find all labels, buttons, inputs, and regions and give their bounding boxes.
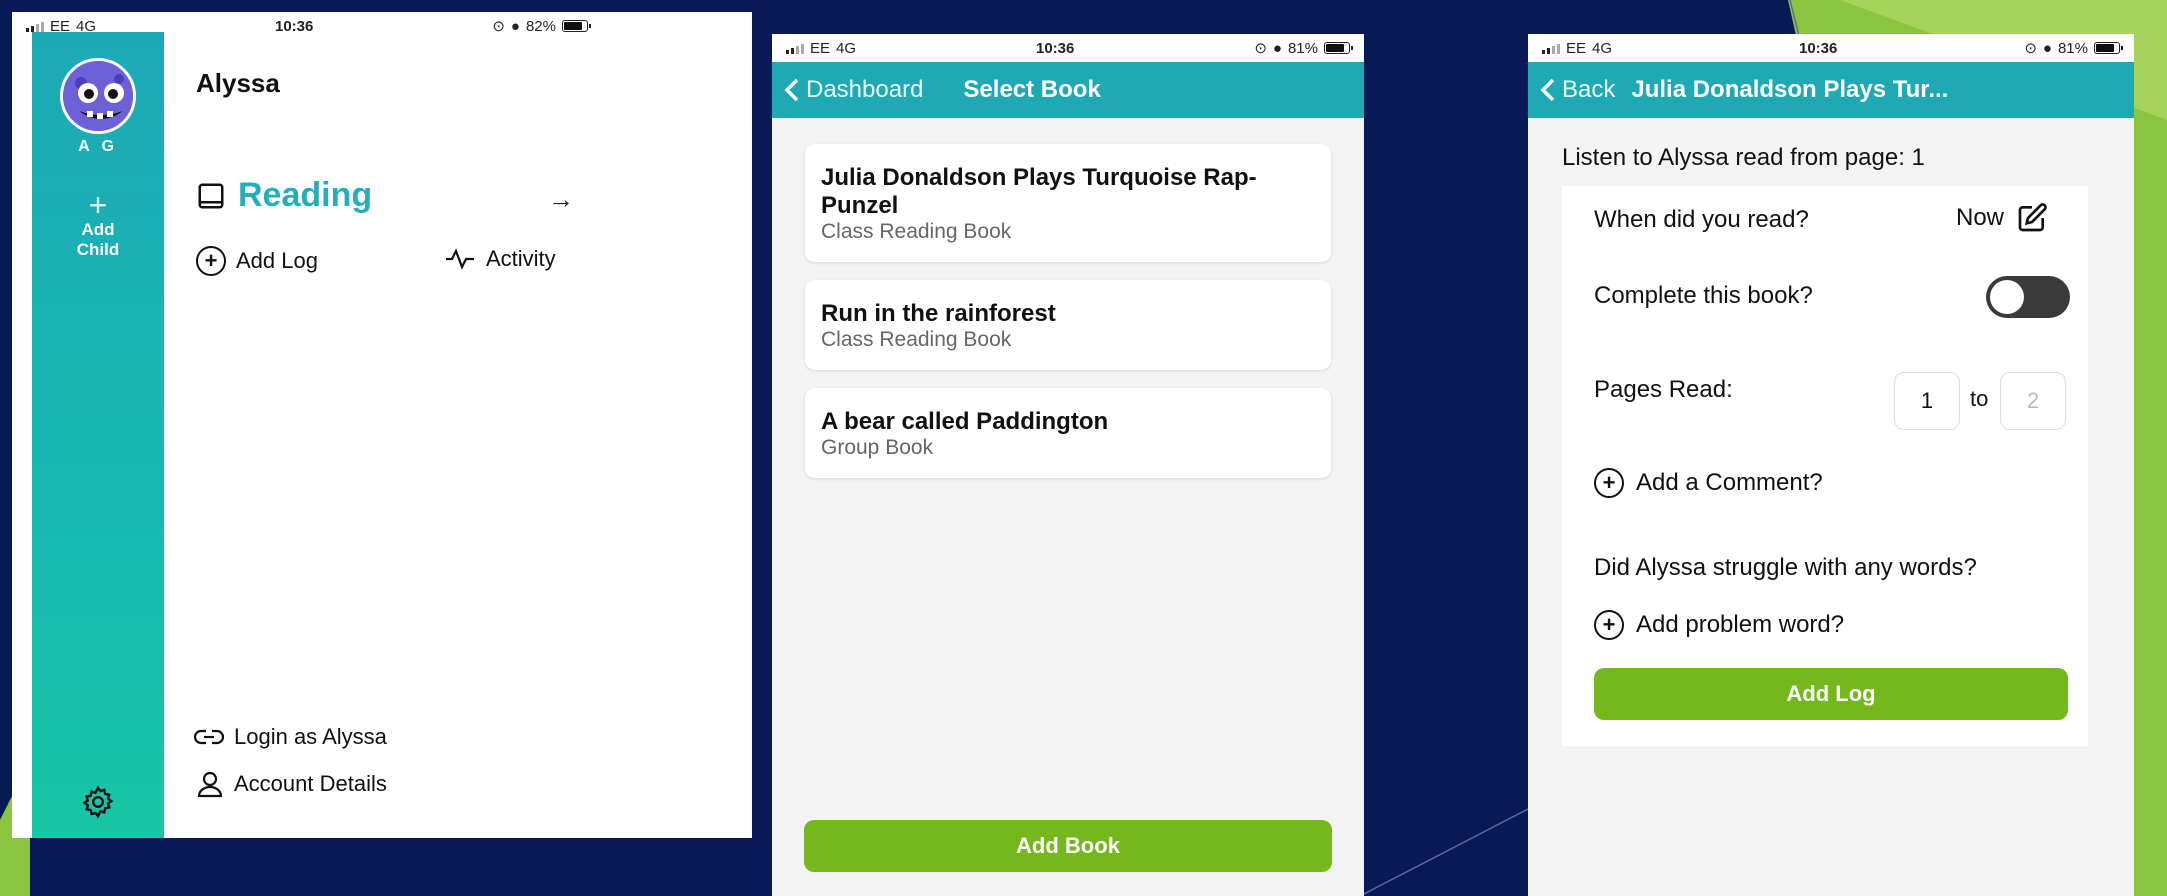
- book-card[interactable]: Julia Donaldson Plays Turquoise Rap-Punz…: [805, 144, 1331, 262]
- complete-label: Complete this book?: [1594, 282, 1813, 309]
- carrier: EE: [810, 39, 831, 57]
- signal-icon: [1542, 43, 1560, 54]
- clock: 10:36: [1035, 39, 1075, 57]
- orientation-lock-icon: ⊙: [2024, 40, 2037, 57]
- back-label: Back: [1562, 76, 1616, 103]
- book-title: Run in the rainforest: [821, 300, 1056, 327]
- book-title: A bear called Paddington: [821, 408, 1109, 435]
- settings-button[interactable]: [80, 784, 116, 820]
- battery-fill: [563, 22, 583, 30]
- monster-avatar-icon: [63, 61, 133, 131]
- complete-book-toggle[interactable]: [1986, 276, 2070, 318]
- orientation-lock-icon: ⊙: [1254, 40, 1267, 57]
- alarm-icon: ●: [2042, 39, 2052, 57]
- signal-icon: [26, 21, 44, 32]
- battery-icon: [1323, 42, 1353, 54]
- orientation-lock-icon: ⊙: [492, 18, 505, 35]
- clock: 10:36: [274, 17, 314, 35]
- book-icon: [198, 183, 224, 208]
- book-type: Class Reading Book: [821, 328, 1012, 351]
- child-initials: A G: [78, 138, 118, 155]
- battery-icon: [561, 20, 591, 32]
- add-comment-label: Add a Comment?: [1636, 469, 1823, 496]
- child-sidebar: A G + Add Child: [32, 32, 164, 838]
- nav-bar: Dashboard Select Book: [772, 62, 1364, 118]
- status-bar: EE 4G 10:36 ⊙ ● 81%: [772, 34, 1364, 62]
- alarm-icon: ●: [510, 17, 520, 35]
- book-card[interactable]: A bear called Paddington Group Book: [805, 388, 1331, 478]
- clock: 10:36: [1798, 39, 1838, 57]
- login-as-label: Login as Alyssa: [234, 724, 387, 749]
- nav-bar: Back Julia Donaldson Plays Tur...: [1528, 62, 2134, 118]
- add-log-label: Add Log: [236, 248, 318, 273]
- battery-icon: [2093, 42, 2123, 54]
- pages-to-label: to: [1970, 386, 1989, 411]
- book-card[interactable]: Run in the rainforest Class Reading Book: [805, 280, 1331, 370]
- back-label: Dashboard: [806, 76, 924, 103]
- child-name-heading: Alyssa: [196, 68, 280, 98]
- arrow-right-icon[interactable]: →: [548, 184, 574, 215]
- book-title: Julia Donaldson Plays Turquoise Rap-Punz…: [821, 164, 1257, 219]
- page-title: Select Book: [963, 76, 1101, 103]
- add-problem-label: Add problem word?: [1636, 611, 1845, 638]
- network: 4G: [1592, 39, 1613, 57]
- plus-icon: +: [88, 187, 108, 223]
- add-child-button[interactable]: + Add Child: [32, 187, 164, 260]
- when-label: When did you read?: [1594, 206, 1809, 233]
- add-log-link[interactable]: + Add Log: [196, 246, 318, 276]
- account-details-label: Account Details: [234, 771, 387, 796]
- alarm-icon: ●: [1272, 39, 1282, 57]
- struggle-question: Did Alyssa struggle with any words?: [1594, 554, 1977, 581]
- user-icon: [197, 771, 223, 798]
- account-details-link[interactable]: Account Details: [196, 770, 387, 798]
- back-button[interactable]: Dashboard: [772, 76, 923, 104]
- battery-percent: 81%: [2057, 39, 2088, 57]
- pages-to-input[interactable]: 2: [2000, 372, 2066, 430]
- reading-label: Reading: [238, 176, 373, 214]
- listen-text: Listen to Alyssa read from page: 1: [1562, 144, 1925, 171]
- when-value: Now: [1956, 204, 2005, 231]
- chevron-left-icon: [1540, 78, 1555, 102]
- network: 4G: [836, 39, 857, 57]
- link-icon: [194, 729, 224, 745]
- add-child-label: Add Child: [76, 220, 120, 259]
- page-title: Julia Donaldson Plays Tur...: [1631, 76, 1949, 103]
- battery-fill: [1325, 44, 1344, 52]
- add-problem-word-link[interactable]: + Add problem word?: [1594, 610, 1844, 640]
- add-log-screen: EE 4G 10:36 ⊙ ● 81% Back Julia Donaldson…: [1528, 34, 2134, 896]
- add-circle-icon: +: [196, 246, 226, 276]
- signal-icon: [786, 43, 804, 54]
- select-book-screen: EE 4G 10:36 ⊙ ● 81% Dashboard Select Boo…: [772, 34, 1364, 896]
- activity-label: Activity: [486, 246, 556, 271]
- status-bar: EE 4G 10:36 ⊙ ● 81%: [1528, 34, 2134, 62]
- pages-read-label: Pages Read:: [1594, 376, 1733, 403]
- toggle-knob: [1990, 280, 2024, 314]
- activity-link[interactable]: Activity: [444, 246, 556, 272]
- battery-fill: [2095, 44, 2114, 52]
- log-form: When did you read? Now Complete this boo…: [1562, 186, 2088, 746]
- back-button[interactable]: Back: [1528, 76, 1615, 104]
- add-circle-icon: +: [1594, 468, 1624, 498]
- battery-percent: 82%: [525, 17, 556, 35]
- pages-from-input[interactable]: 1: [1894, 372, 1960, 430]
- activity-pulse-icon: [446, 248, 474, 270]
- edit-icon: [2018, 203, 2047, 232]
- login-as-link[interactable]: Login as Alyssa: [194, 724, 387, 750]
- add-comment-link[interactable]: + Add a Comment?: [1594, 468, 1823, 498]
- gear-icon: [82, 785, 114, 819]
- chevron-left-icon: [784, 78, 799, 102]
- add-book-button[interactable]: Add Book: [804, 820, 1332, 872]
- avatar[interactable]: [60, 58, 136, 134]
- when-picker[interactable]: Now: [1956, 202, 2048, 234]
- reading-section-link[interactable]: Reading: [196, 176, 372, 215]
- carrier: EE: [1566, 39, 1587, 57]
- add-log-button[interactable]: Add Log: [1594, 668, 2068, 720]
- battery-percent: 81%: [1287, 39, 1318, 57]
- add-circle-icon: +: [1594, 610, 1624, 640]
- book-type: Group Book: [821, 436, 934, 459]
- book-type: Class Reading Book: [821, 220, 1012, 243]
